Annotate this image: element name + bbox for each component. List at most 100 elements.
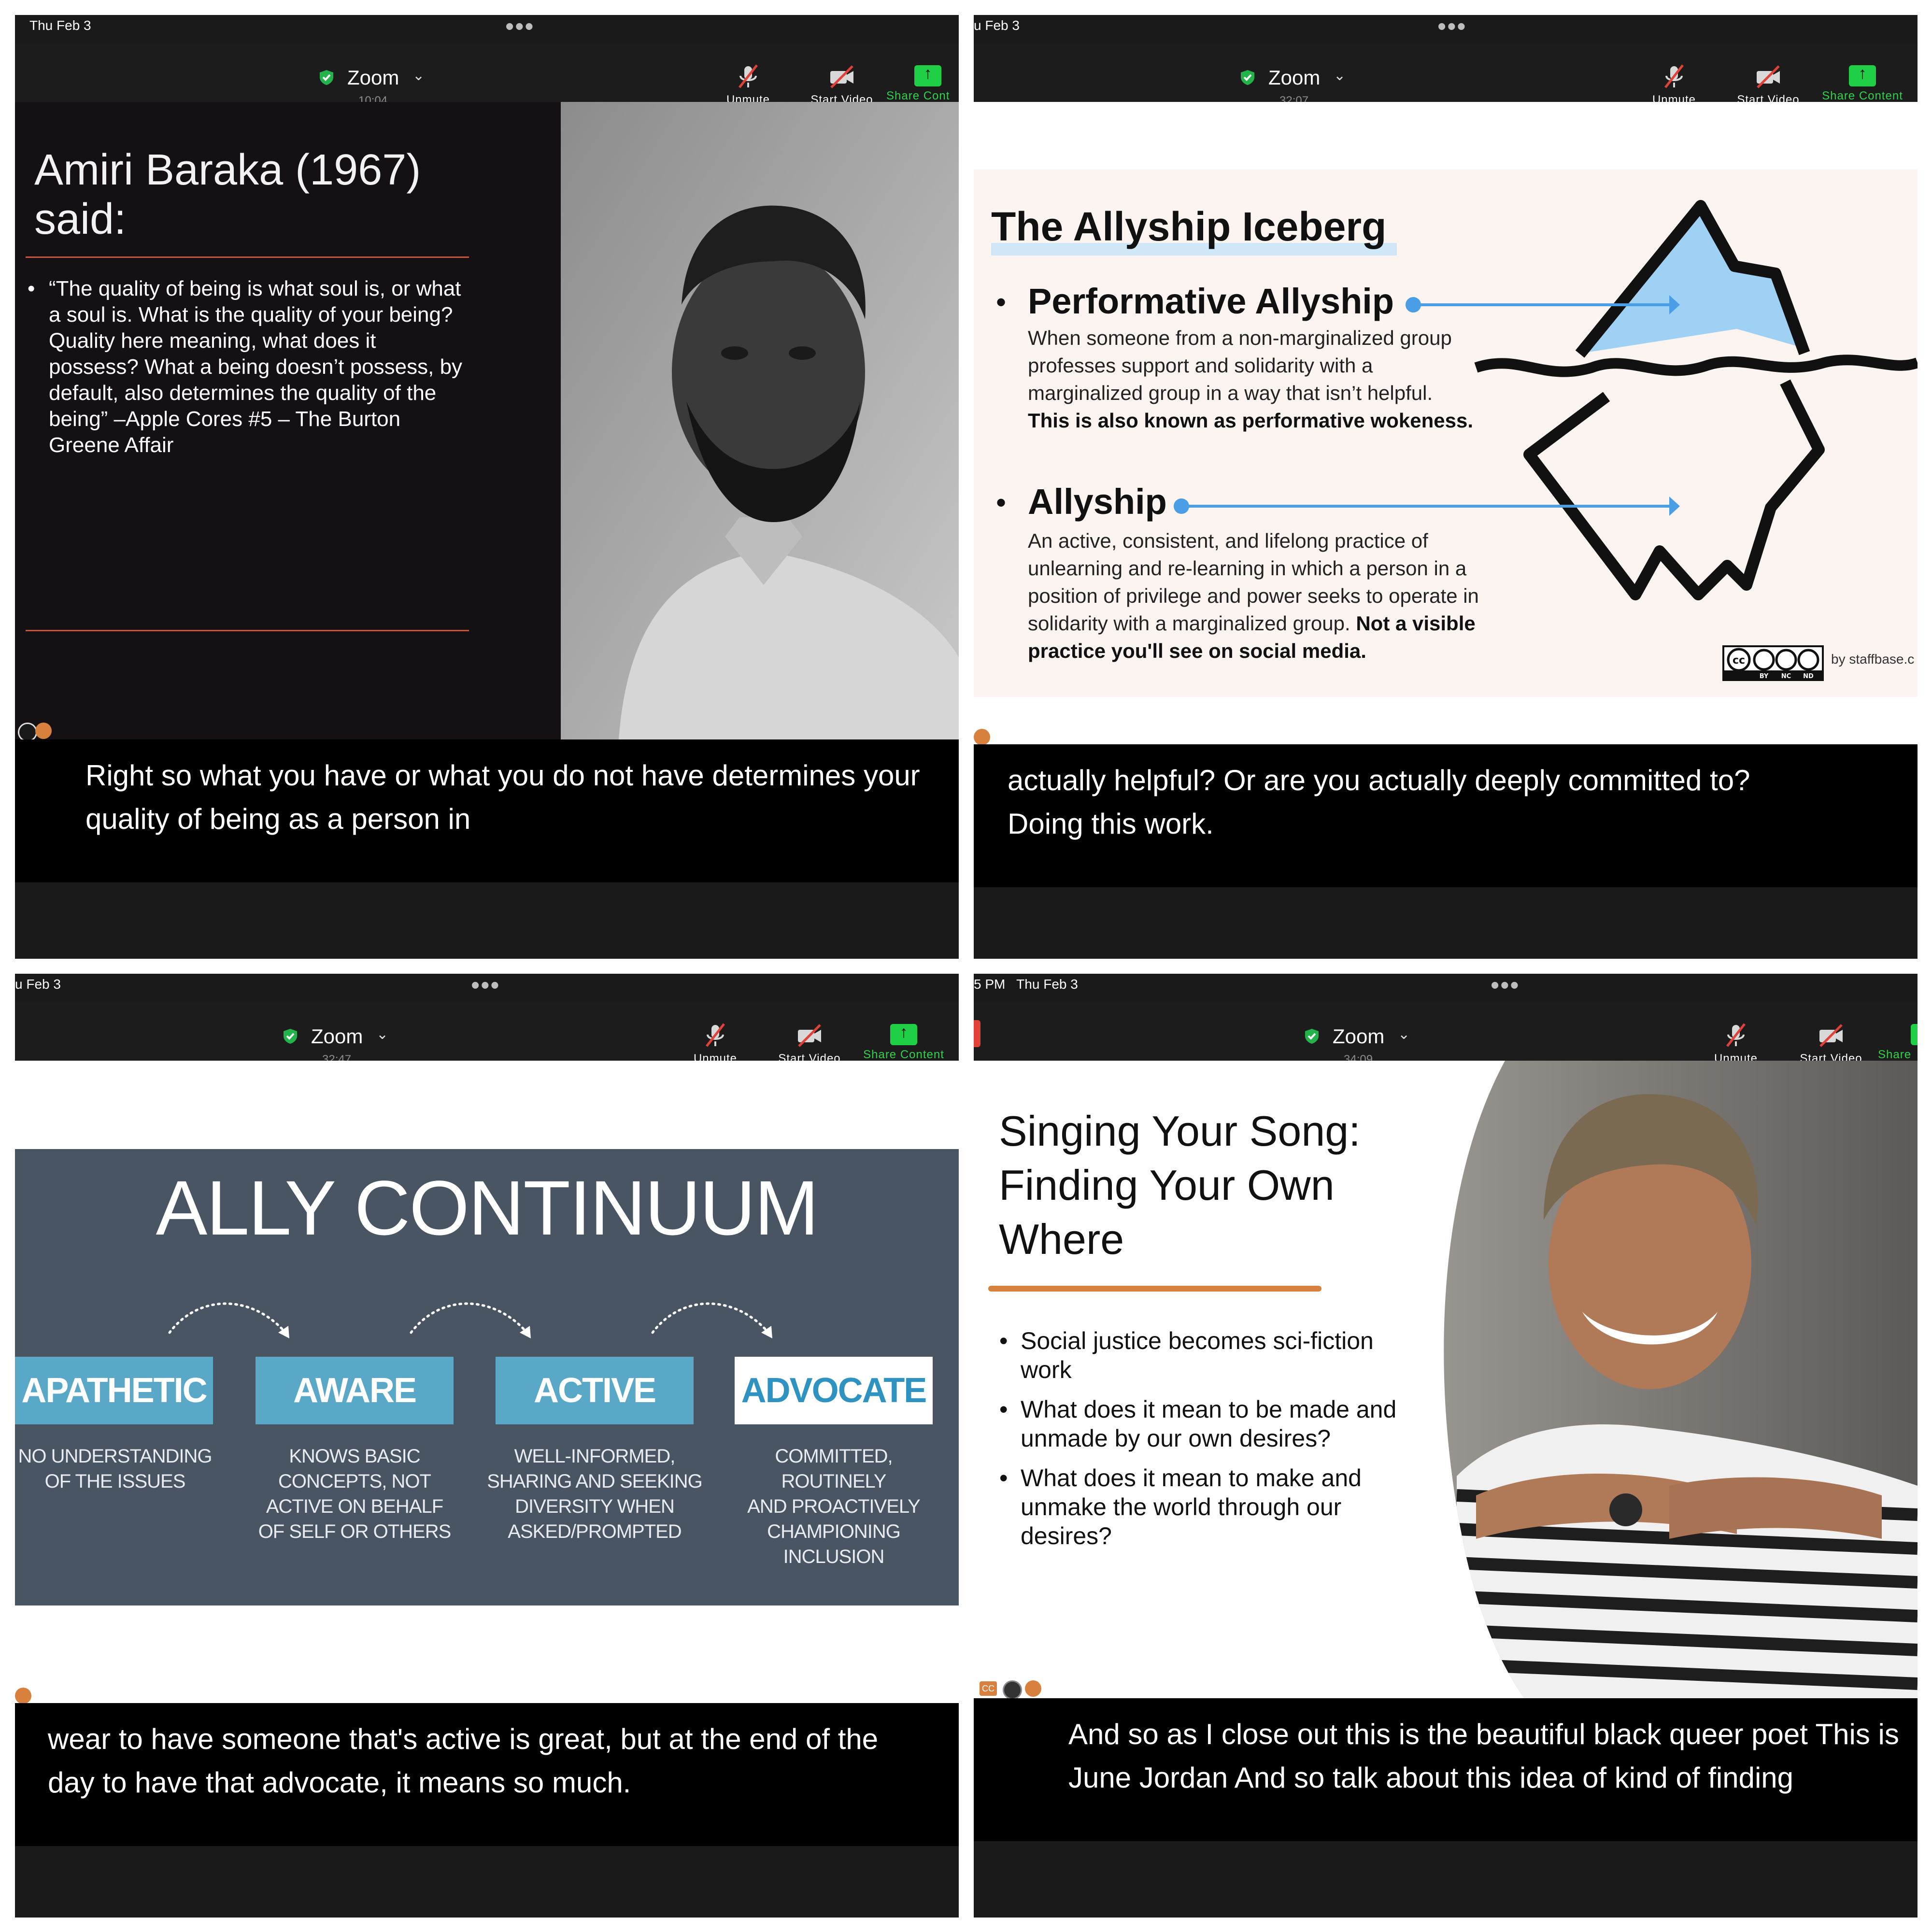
slide-title: Singing Your Song: Finding Your Own Wher… <box>999 1104 1361 1266</box>
share-content-label: Share Cont <box>886 89 950 102</box>
slide-title: Amiri Baraka (1967) said: <box>34 145 421 244</box>
desc-line: CHAMPIONING <box>767 1521 901 1542</box>
share-content-label: Share Content <box>1822 89 1903 102</box>
slide-title-line: Finding Your Own <box>999 1161 1335 1209</box>
slide-title: ALLY CONTINUUM <box>156 1165 819 1251</box>
more-icon[interactable] <box>18 723 37 742</box>
list-item: • What does it mean to be made and unmade… <box>999 1395 1397 1453</box>
license-tag: NC <box>1781 673 1791 680</box>
ellipsis-icon[interactable]: ••• <box>471 974 500 1000</box>
desc-line: WELL-INFORMED, <box>514 1446 676 1467</box>
closed-caption-button[interactable]: CC <box>980 1681 997 1696</box>
ellipsis-icon[interactable]: ••• <box>505 15 535 41</box>
video-off-icon <box>798 1024 821 1047</box>
more-icon[interactable] <box>1003 1680 1022 1700</box>
shared-slide: Amiri Baraka (1967) said: • “The quality… <box>15 102 959 739</box>
caption-line: June Jordan And so talk about this idea … <box>1068 1762 1794 1794</box>
status-time: Thu Feb 3 <box>29 18 91 33</box>
desc-line: OF THE ISSUES <box>44 1471 186 1492</box>
bullet-text: Social justice becomes sci-fiction work <box>1021 1327 1374 1383</box>
reactions-icon[interactable] <box>15 1688 31 1704</box>
leave-button[interactable] <box>974 1020 980 1047</box>
muted-mic-icon <box>706 1023 725 1047</box>
slide-card: The Allyship Iceberg • Performative Ally… <box>974 170 1918 697</box>
desc-line: SHARING AND SEEKING <box>487 1471 703 1492</box>
app-name: Zoom <box>1268 66 1321 89</box>
slide-title-line: Singing Your Song: <box>999 1107 1361 1155</box>
desc-line: KNOWS BASIC <box>289 1446 420 1467</box>
app-name: Zoom <box>311 1025 363 1048</box>
list-item: • What does it mean to make and unmake th… <box>999 1463 1397 1550</box>
app-name: Zoom <box>1333 1025 1385 1048</box>
desc-line: DIVERSITY WHEN <box>515 1496 675 1517</box>
slide-title-line: Where <box>999 1215 1124 1263</box>
stage-active: ACTIVE <box>496 1357 694 1424</box>
bullet: • <box>999 1464 1008 1492</box>
ellipsis-icon[interactable]: ••• <box>1437 15 1467 41</box>
caption-line: wear to have someone that's active is gr… <box>48 1723 879 1755</box>
reactions-icon[interactable] <box>1025 1680 1041 1697</box>
portrait-photo <box>561 102 959 739</box>
share-arrow-icon <box>1911 1023 1918 1045</box>
stage-advocate: ADVOCATE <box>735 1357 933 1424</box>
bullet-text: What does it mean to make and unmake the… <box>1021 1464 1362 1549</box>
ellipsis-icon[interactable]: ••• <box>1491 974 1520 1000</box>
share-content-label: Share <box>1878 1048 1912 1061</box>
caption-line: actually helpful? Or are you actually de… <box>1008 764 1750 796</box>
progress-arrows <box>168 1302 772 1338</box>
video-off-icon <box>1757 65 1780 88</box>
shield-check-icon <box>320 70 333 85</box>
stage-description: NO UNDERSTANDING OF THE ISSUES <box>15 1444 226 1494</box>
shield-check-icon <box>1241 70 1254 85</box>
shared-slide: Singing Your Song: Finding Your Own Wher… <box>974 1061 1918 1698</box>
bullet: • <box>999 1327 1008 1354</box>
cc-by-nc-nd-icon: cc BY NC ND <box>1722 645 1824 681</box>
shield-check-icon <box>284 1029 297 1044</box>
desc-line: INCLUSION <box>783 1546 885 1567</box>
chevron-down-icon[interactable]: ⌄ <box>412 67 425 84</box>
status-bar: u Feb 3 ••• <box>15 974 959 1003</box>
share-arrow-icon <box>914 64 941 86</box>
divider <box>26 256 469 258</box>
divider <box>26 630 469 631</box>
caption-line: And so as I close out this is the beauti… <box>1068 1718 1899 1750</box>
status-time: u Feb 3 <box>974 18 1020 33</box>
credit-text: by staffbase.c <box>1831 652 1915 667</box>
bullet: • <box>999 1396 1008 1423</box>
divider <box>988 1286 1321 1292</box>
stage-aware: AWARE <box>256 1357 454 1424</box>
status-time: u Feb 3 <box>15 977 61 992</box>
desc-line: NO UNDERSTANDING <box>18 1446 212 1467</box>
reactions-icon[interactable] <box>35 723 52 739</box>
license-tag: BY <box>1760 673 1769 680</box>
caption-line: quality of being as a person in <box>85 803 471 835</box>
slide-title-line: said: <box>34 195 127 243</box>
shared-slide: The Allyship Iceberg • Performative Ally… <box>974 102 1918 749</box>
muted-mic-icon <box>739 64 758 88</box>
live-caption: wear to have someone that's active is gr… <box>15 1703 959 1846</box>
iceberg-diagram <box>1174 200 1918 600</box>
chevron-down-icon[interactable]: ⌄ <box>376 1026 388 1043</box>
list-item: • Social justice becomes sci-fiction work <box>999 1326 1397 1384</box>
svg-text:cc: cc <box>1733 654 1745 667</box>
video-off-icon <box>1819 1024 1843 1047</box>
desc-line: ASKED/PROMPTED <box>508 1521 682 1542</box>
stage-description: COMMITTED, ROUTINELY AND PROACTIVELY CHA… <box>723 1444 945 1569</box>
license-tag: ND <box>1803 673 1814 680</box>
desc-line: ACTIVE ON BEHALF <box>266 1496 443 1517</box>
desc-line: CONCEPTS, NOT <box>278 1471 431 1492</box>
live-caption: actually helpful? Or are you actually de… <box>974 744 1918 887</box>
stage-description: WELL-INFORMED, SHARING AND SEEKING DIVER… <box>483 1444 706 1544</box>
chevron-down-icon[interactable]: ⌄ <box>1334 67 1346 84</box>
live-caption: And so as I close out this is the beauti… <box>974 1698 1918 1841</box>
reactions-icon[interactable] <box>974 729 990 745</box>
share-content-label: Share Content <box>863 1048 944 1061</box>
zoom-window-4: 5 PM Thu Feb 3 ••• Zoom ⌄ 34:09 Unmute S… <box>974 974 1918 1918</box>
app-name: Zoom <box>347 66 399 89</box>
status-bar: 5 PM Thu Feb 3 ••• <box>974 974 1918 1003</box>
chevron-down-icon[interactable]: ⌄ <box>1398 1026 1410 1043</box>
zoom-window-1: Thu Feb 3 ••• Zoom ⌄ 10:04 Unmute Start … <box>15 15 959 959</box>
caption-line: Right so what you have or what you do no… <box>85 759 920 792</box>
shared-slide: ALLY CONTINUUM APATHETIC AWARE ACTIVE AD… <box>15 1061 959 1708</box>
share-arrow-icon <box>890 1023 917 1045</box>
